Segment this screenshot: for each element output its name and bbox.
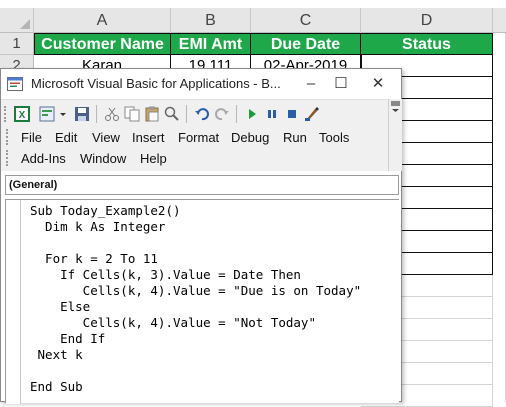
column-header-b[interactable]: B xyxy=(171,8,251,33)
code-line-12[interactable]: End Sub xyxy=(30,379,83,394)
menu-file[interactable]: File xyxy=(21,130,42,145)
vba-title-bar[interactable]: Microsoft Visual Basic for Applications … xyxy=(1,69,401,99)
menu-run[interactable]: Run xyxy=(283,130,307,145)
find-icon[interactable] xyxy=(163,105,181,123)
redo-icon[interactable] xyxy=(213,105,231,123)
menu-debug[interactable]: Debug xyxy=(231,130,269,145)
menu-format[interactable]: Format xyxy=(178,130,219,145)
menu-view[interactable]: View xyxy=(92,130,120,145)
header-cell-emi-amt[interactable]: EMI Amt xyxy=(171,33,251,55)
vba-window-title: Microsoft Visual Basic for Applications … xyxy=(31,76,281,91)
standard-toolbar: X xyxy=(1,99,388,128)
svg-text:X: X xyxy=(19,110,26,121)
menu-insert[interactable]: Insert xyxy=(132,130,165,145)
menu-edit[interactable]: Edit xyxy=(55,130,77,145)
column-header-a[interactable]: A xyxy=(34,8,171,33)
column-header-e-partial[interactable] xyxy=(493,8,506,33)
close-button[interactable]: ✕ xyxy=(363,72,393,96)
reset-icon[interactable] xyxy=(283,105,301,123)
excel-icon[interactable]: X xyxy=(13,105,31,123)
code-line-10[interactable]: Next k xyxy=(30,347,83,362)
undo-icon[interactable] xyxy=(193,105,211,123)
run-icon[interactable] xyxy=(243,105,261,123)
code-line-2[interactable]: Dim k As Integer xyxy=(30,219,165,234)
minimize-button[interactable]: – xyxy=(296,72,326,96)
copy-icon[interactable] xyxy=(123,105,141,123)
toolbar-scrollbar[interactable] xyxy=(388,99,402,171)
cut-icon[interactable] xyxy=(103,105,121,123)
code-line-8[interactable]: Cells(k, 4).Value = "Not Today" xyxy=(30,315,316,330)
column-e-partial[interactable] xyxy=(493,33,506,402)
code-line-1[interactable]: Sub Today_Example2() xyxy=(30,203,181,218)
vba-app-icon xyxy=(7,77,23,91)
code-line-6[interactable]: Cells(k, 4).Value = "Due is on Today" xyxy=(30,283,361,298)
maximize-button[interactable]: ☐ xyxy=(326,72,356,96)
break-icon[interactable] xyxy=(263,105,281,123)
code-line-4[interactable]: For k = 2 To 11 xyxy=(30,251,158,266)
dropdown-arrow-icon[interactable] xyxy=(58,105,68,123)
header-cell-due-date[interactable]: Due Date xyxy=(251,33,361,55)
menu-window[interactable]: Window xyxy=(80,151,126,166)
vba-menu-bar: File Edit View Insert Format Debug Run T… xyxy=(1,127,388,171)
code-margin-indicator-bar[interactable] xyxy=(6,200,21,404)
header-cell-customer-name[interactable]: Customer Name xyxy=(34,33,171,55)
menu-help[interactable]: Help xyxy=(140,151,167,166)
header-cell-status[interactable]: Status xyxy=(361,33,493,55)
column-header-d[interactable]: D xyxy=(361,8,493,33)
paste-icon[interactable] xyxy=(143,105,161,123)
code-editor[interactable]: Sub Today_Example2() Dim k As Integer Fo… xyxy=(5,199,399,404)
column-header-c[interactable]: C xyxy=(251,8,361,33)
save-icon[interactable] xyxy=(73,105,91,123)
toolbar-grip-icon[interactable] xyxy=(4,106,9,122)
code-line-5[interactable]: If Cells(k, 3).Value = Date Then xyxy=(30,267,301,282)
menu-add-ins[interactable]: Add-Ins xyxy=(21,151,66,166)
code-line-9[interactable]: End If xyxy=(30,331,105,346)
menu-grip-icon-2[interactable] xyxy=(6,150,11,166)
vba-editor-window: Microsoft Visual Basic for Applications … xyxy=(0,68,402,404)
select-all-corner[interactable] xyxy=(0,8,34,33)
row-header-1[interactable]: 1 xyxy=(0,33,34,55)
design-mode-icon[interactable] xyxy=(303,105,321,123)
object-combo-box[interactable]: (General) xyxy=(5,175,399,195)
menu-grip-icon[interactable] xyxy=(6,129,11,145)
menu-tools[interactable]: Tools xyxy=(319,130,349,145)
insert-module-icon[interactable] xyxy=(38,105,56,123)
code-line-7[interactable]: Else xyxy=(30,299,90,314)
